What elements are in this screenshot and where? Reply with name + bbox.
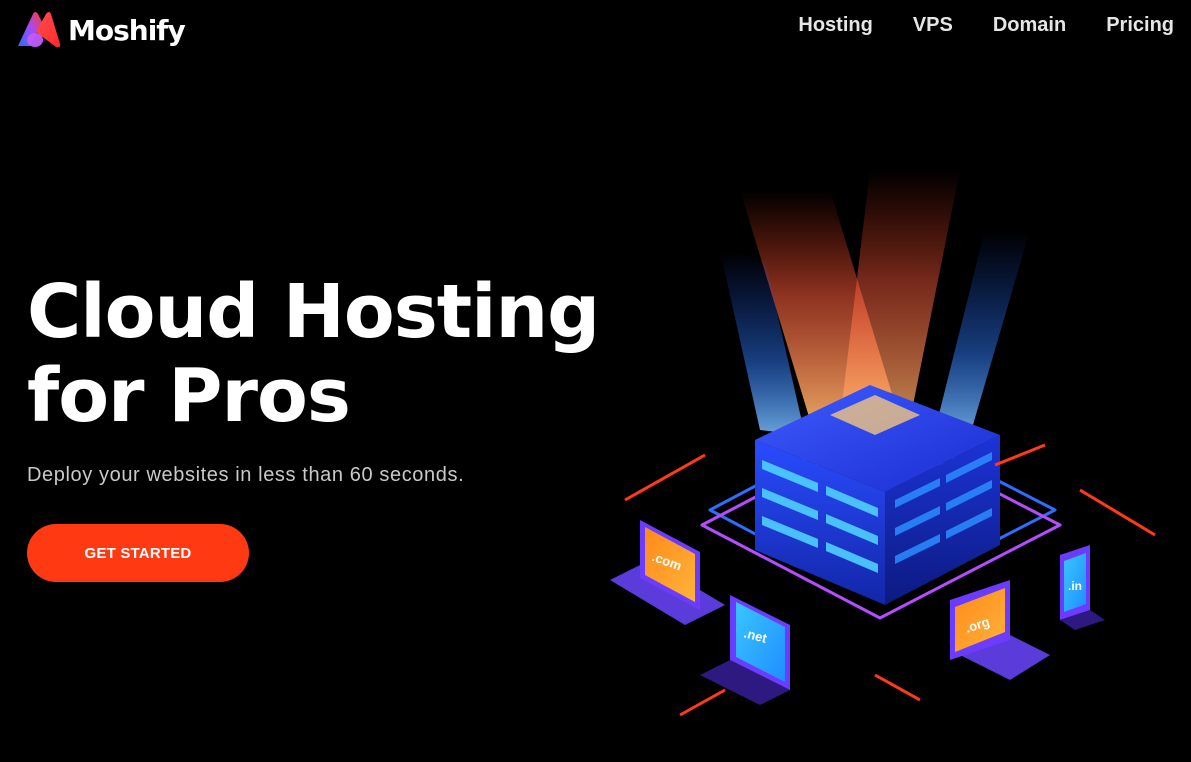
nav-item-hosting[interactable]: Hosting bbox=[798, 14, 872, 37]
hero-subtitle: Deploy your websites in less than 60 sec… bbox=[27, 464, 465, 486]
light-beam-center bbox=[840, 170, 960, 420]
device-label-in: .in bbox=[1068, 579, 1082, 593]
moshify-logo-icon bbox=[18, 12, 61, 48]
hero-title-line2: for Pros bbox=[27, 353, 351, 439]
laptop-com: .com bbox=[610, 520, 725, 625]
nav-item-pricing[interactable]: Pricing bbox=[1106, 14, 1174, 37]
get-started-button[interactable]: GET STARTED bbox=[27, 524, 249, 582]
hero-section: Cloud Hosting for Pros Deploy your websi… bbox=[27, 270, 627, 582]
hero-title: Cloud Hosting for Pros bbox=[27, 270, 627, 438]
cloud-server-illustration: .com .net .org .in bbox=[610, 170, 1156, 717]
brand-name: Moshify bbox=[68, 13, 186, 47]
laptop-org: .org bbox=[950, 580, 1050, 680]
brand-link[interactable]: Moshify bbox=[16, 10, 186, 50]
nav-item-domain[interactable]: Domain bbox=[993, 14, 1066, 37]
nav-item-vps[interactable]: VPS bbox=[913, 14, 953, 37]
hero-illustration: .com .net .org .in bbox=[590, 170, 1180, 750]
site-header: Moshify Hosting VPS Domain Pricing bbox=[0, 0, 1191, 60]
tablet-net: .net bbox=[700, 595, 790, 705]
hero-title-line1: Cloud Hosting bbox=[27, 269, 600, 355]
main-nav: Hosting VPS Domain Pricing bbox=[798, 14, 1174, 37]
landing-page: Moshify Hosting VPS Domain Pricing Cloud… bbox=[0, 0, 1191, 762]
light-beam-blue-right bbox=[935, 230, 1030, 435]
phone-in: .in bbox=[1060, 545, 1105, 630]
